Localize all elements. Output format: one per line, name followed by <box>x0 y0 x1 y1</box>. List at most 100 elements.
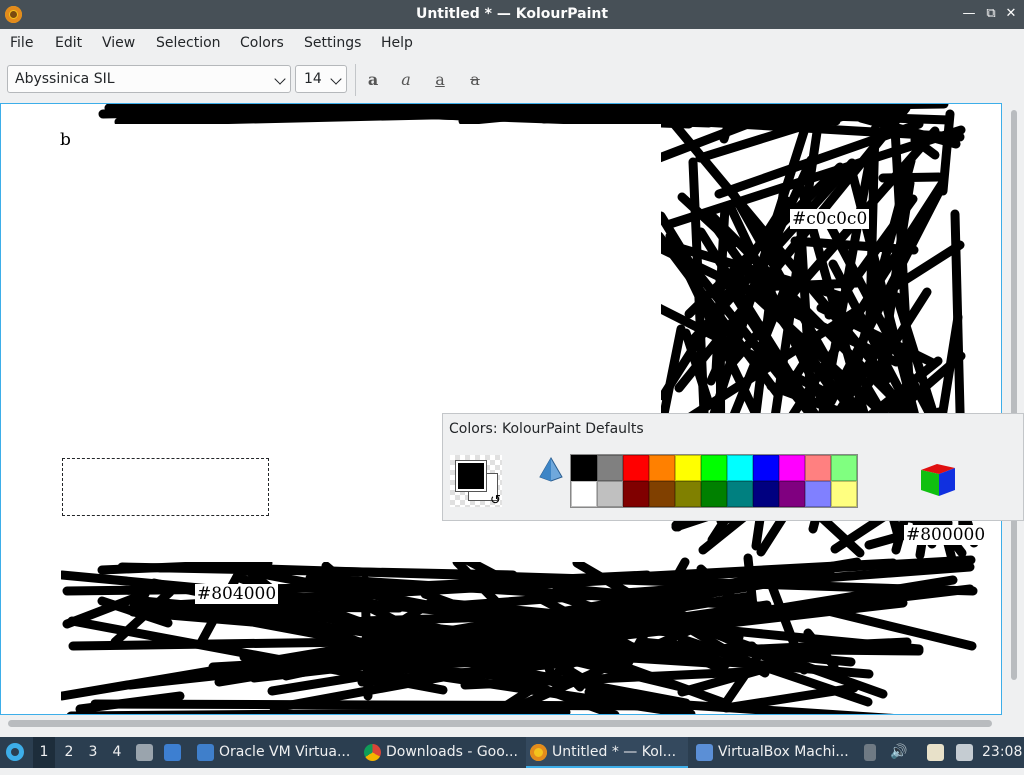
restore-icon[interactable]: ⧉ <box>984 6 998 22</box>
minimize-icon[interactable]: — <box>962 6 976 22</box>
desktop-2[interactable]: 2 <box>58 737 80 768</box>
title-bar: Untitled * — KolourPaint — ⧉ ✕ <box>0 0 1024 29</box>
scribble-stroke <box>618 643 924 656</box>
taskbar: 1 2 3 4 Oracle VM Virtua... Downloads - … <box>0 737 1024 768</box>
menu-colors[interactable]: Colors <box>240 35 284 51</box>
color-cube-icon[interactable] <box>917 458 959 500</box>
toolbar-separator <box>355 64 356 96</box>
task-label: Downloads - Goo... <box>386 744 518 760</box>
palette-swatch-808080[interactable] <box>597 455 623 481</box>
palette-swatch-ffff00[interactable] <box>675 455 701 481</box>
foreground-background-swatch[interactable]: ↺ <box>450 455 502 508</box>
drawing-canvas[interactable] <box>1 104 1001 714</box>
task-label: VirtualBox Machi... <box>718 744 849 760</box>
palette-swatch-80ff80[interactable] <box>831 455 857 481</box>
desktop-1[interactable]: 1 <box>33 737 55 768</box>
canvas-text-brown: #804000 <box>195 584 279 604</box>
palette-swatch-00ff00[interactable] <box>701 455 727 481</box>
scribble-stroke <box>426 643 438 660</box>
colors-panel: Colors: KolourPaint Defaults ↺ <box>442 413 1024 521</box>
task-kolourpaint[interactable]: Untitled * — Kol... <box>526 737 688 768</box>
vertical-scrollbar-thumb[interactable] <box>1011 110 1017 680</box>
task-virtualbox-machine[interactable]: VirtualBox Machi... <box>692 737 884 768</box>
task-label: Oracle VM Virtua... <box>219 744 351 760</box>
volume-icon: 🔊 <box>890 744 908 760</box>
underline-icon[interactable]: a <box>429 70 451 92</box>
network-tray[interactable] <box>955 737 975 768</box>
menu-selection[interactable]: Selection <box>156 35 221 51</box>
palette-swatch-ff0000[interactable] <box>623 455 649 481</box>
clipboard-tray[interactable] <box>926 737 946 768</box>
close-icon[interactable]: ✕ <box>1004 6 1018 22</box>
chrome-icon <box>364 744 381 761</box>
blank-left-margin <box>1 104 61 714</box>
network-icon <box>956 744 973 761</box>
font-size-value: 14 <box>304 71 322 87</box>
font-family-combobox[interactable]: Abyssinica SIL <box>7 65 291 93</box>
canvas-text-b: b <box>58 130 73 150</box>
menu-bar: File Edit View Selection Colors Settings… <box>0 29 1024 57</box>
chevron-down-icon <box>274 73 286 85</box>
horizontal-scrollbar-thumb[interactable] <box>8 720 992 727</box>
palette-swatch-ff8080[interactable] <box>805 455 831 481</box>
palette-swatch-ffffff[interactable] <box>571 481 597 507</box>
strikethrough-icon[interactable]: a <box>464 70 486 92</box>
menu-help[interactable]: Help <box>381 35 413 51</box>
desktop-4[interactable]: 4 <box>106 737 128 768</box>
desktop-3[interactable]: 3 <box>82 737 104 768</box>
palette-swatch-0000ff[interactable] <box>753 455 779 481</box>
start-menu-button[interactable] <box>4 737 28 768</box>
file-manager-icon <box>136 744 153 761</box>
canvas-area[interactable]: b #c0c0c0 #800000 #804000 <box>0 103 1002 715</box>
clipboard-icon <box>927 744 944 761</box>
tray-scroll[interactable] <box>864 737 878 768</box>
menu-view[interactable]: View <box>102 35 135 51</box>
palette-swatch-8080ff[interactable] <box>805 481 831 507</box>
task-chrome-downloads[interactable]: Downloads - Goo... <box>360 737 552 768</box>
palette-swatch-804000[interactable] <box>649 481 675 507</box>
foreground-color-swatch[interactable] <box>455 460 487 492</box>
italic-icon[interactable]: a <box>395 70 417 92</box>
palette-swatch-008000[interactable] <box>701 481 727 507</box>
swap-colors-icon[interactable]: ↺ <box>490 493 501 508</box>
start-menu-icon <box>6 743 24 761</box>
canvas-text-silver: #c0c0c0 <box>790 209 870 229</box>
color-palette <box>570 454 858 508</box>
palette-swatch-008080[interactable] <box>727 481 753 507</box>
font-size-combobox[interactable]: 14 <box>295 65 347 93</box>
task-virtualbox[interactable]: Oracle VM Virtua... <box>193 737 385 768</box>
canvas-text-maroon: #800000 <box>904 525 988 545</box>
menu-settings[interactable]: Settings <box>304 35 361 51</box>
selection-rectangle[interactable] <box>62 458 269 516</box>
text-toolbar: Abyssinica SIL 14 a a a a <box>0 58 1024 102</box>
palette-swatch-00ffff[interactable] <box>727 455 753 481</box>
color-picker-icon[interactable] <box>537 455 565 483</box>
show-desktop-icon <box>164 744 181 761</box>
tray-arrow-icon <box>864 744 876 761</box>
scribble-stroke <box>66 707 571 714</box>
palette-swatch-800000[interactable] <box>623 481 649 507</box>
menu-edit[interactable]: Edit <box>55 35 82 51</box>
volume-control[interactable]: 🔊 <box>890 737 910 768</box>
vm-icon <box>696 744 713 761</box>
task-label: Untitled * — Kol... <box>552 744 677 760</box>
palette-swatch-000080[interactable] <box>753 481 779 507</box>
chevron-down-icon <box>330 73 342 85</box>
menu-file[interactable]: File <box>10 35 33 51</box>
palette-swatch-000000[interactable] <box>571 455 597 481</box>
palette-swatch-808000[interactable] <box>675 481 701 507</box>
palette-swatch-ff00ff[interactable] <box>779 455 805 481</box>
font-family-value: Abyssinica SIL <box>15 71 115 87</box>
palette-swatch-800080[interactable] <box>779 481 805 507</box>
palette-swatch-ff8000[interactable] <box>649 455 675 481</box>
scribble-stroke <box>868 104 949 110</box>
palette-swatch-ffff80[interactable] <box>831 481 857 507</box>
palette-swatch-c0c0c0[interactable] <box>597 481 623 507</box>
colors-panel-title: Colors: KolourPaint Defaults <box>449 421 644 437</box>
virtualbox-icon <box>197 744 214 761</box>
scribble-stroke <box>878 172 944 183</box>
bold-icon[interactable]: a <box>362 70 384 92</box>
clock[interactable]: 23:08 <box>982 737 1022 768</box>
file-manager-launcher[interactable] <box>134 737 156 768</box>
show-desktop-launcher[interactable] <box>162 737 184 768</box>
